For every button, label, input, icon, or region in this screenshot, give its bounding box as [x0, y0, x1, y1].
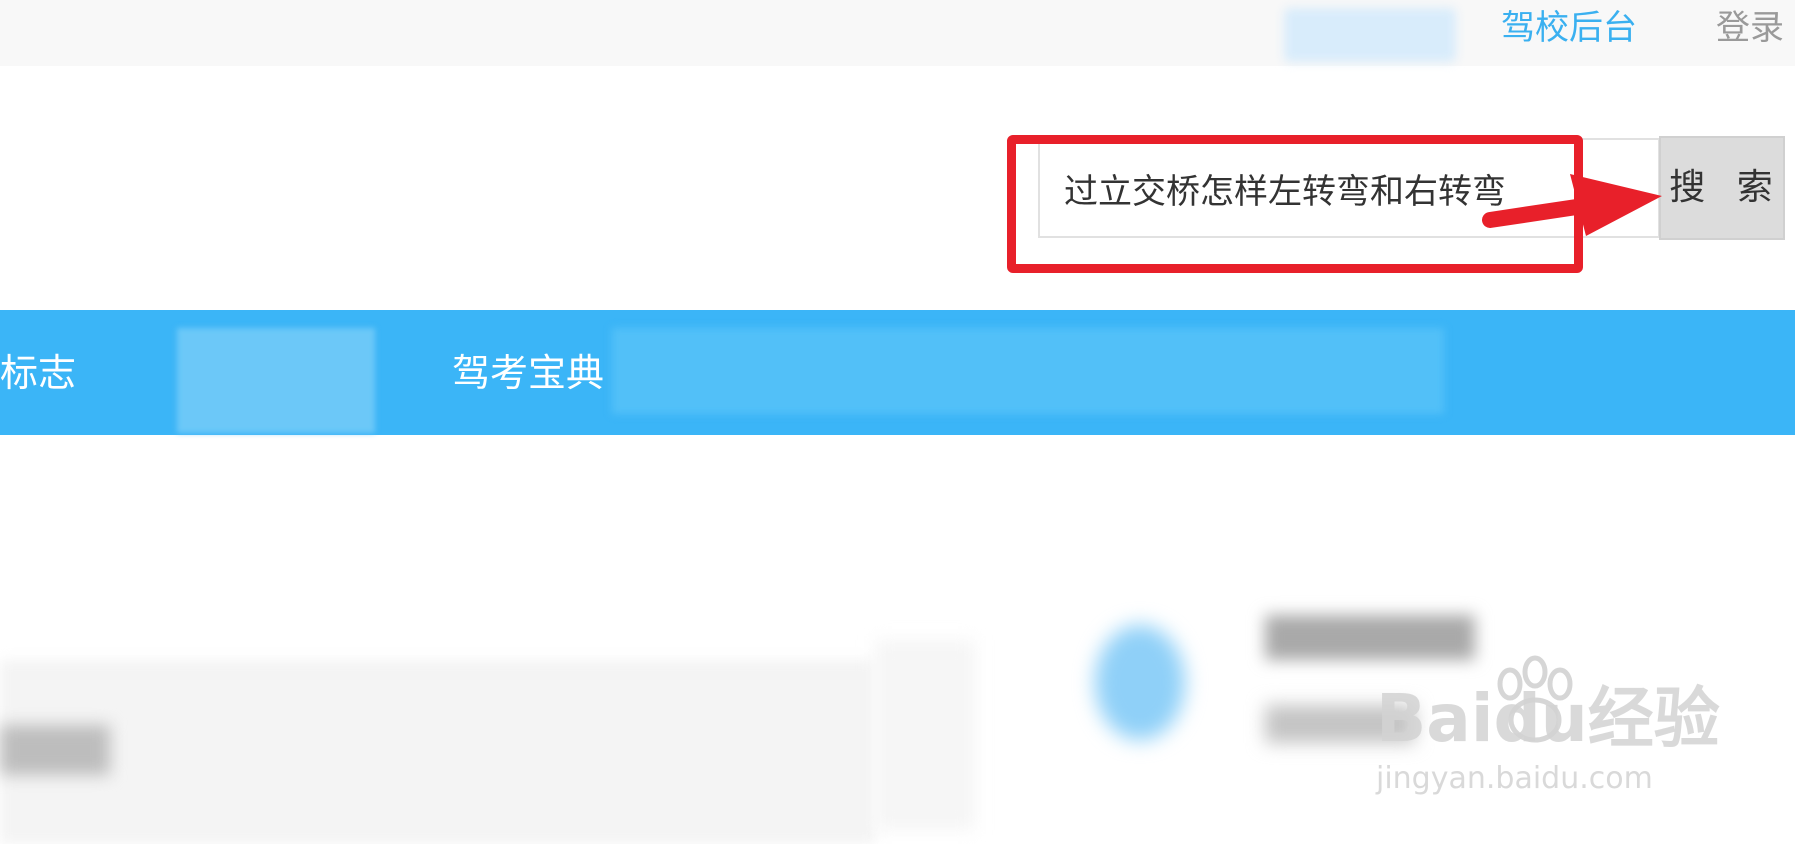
- watermark-url: jingyan.baidu.com: [1376, 761, 1653, 796]
- blurred-text-line: [1265, 615, 1475, 660]
- page: 驾校后台 登录 搜 索 标志 驾考宝典 Baidu经验 jingyan.baid…: [0, 0, 1795, 844]
- blurred-heading: [0, 725, 110, 775]
- baidu-jingyan-watermark: Baidu经验 jingyan.baidu.com: [1372, 650, 1720, 810]
- avatar: [1095, 625, 1185, 740]
- nav-item-signs[interactable]: 标志: [0, 350, 76, 396]
- blurred-user-area: [1284, 8, 1456, 62]
- blurred-nav-item: [177, 328, 375, 433]
- main-nav: 标志 驾考宝典: [0, 310, 1795, 435]
- blurred-content-panel: [0, 660, 875, 844]
- search-button[interactable]: 搜 索: [1659, 136, 1785, 240]
- watermark-logo: Baidu经验: [1376, 680, 1720, 757]
- blurred-divider-area: [875, 640, 975, 830]
- login-link[interactable]: 登录: [1716, 8, 1784, 48]
- paw-icon: [1497, 655, 1573, 743]
- blurred-text-line: [1265, 705, 1415, 743]
- top-bar: 驾校后台 登录: [0, 0, 1795, 66]
- school-admin-link[interactable]: 驾校后台: [1501, 8, 1637, 48]
- blurred-nav-items: [612, 328, 1444, 414]
- search-input[interactable]: [1064, 140, 1644, 236]
- nav-item-exam-guide[interactable]: 驾考宝典: [452, 350, 604, 396]
- search-box: [1038, 138, 1660, 238]
